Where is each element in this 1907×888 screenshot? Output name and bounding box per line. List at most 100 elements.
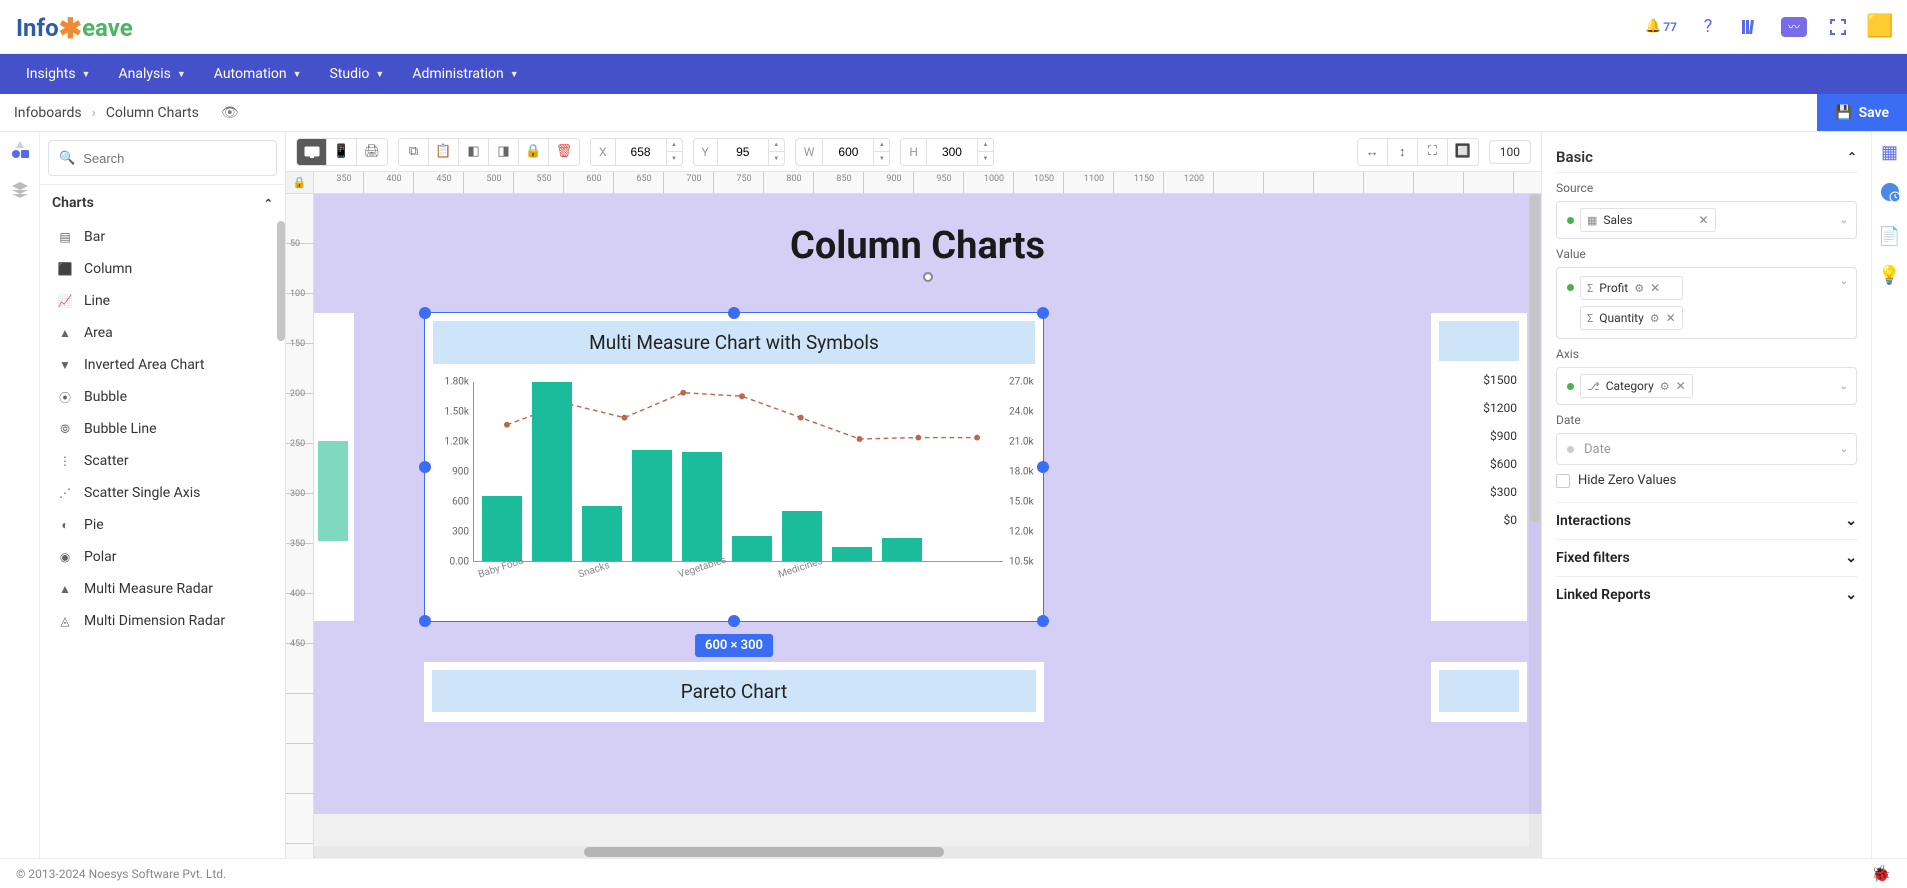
chart-type-item[interactable]: ▼Inverted Area Chart [40, 349, 285, 381]
shapes-tab[interactable] [10, 140, 30, 165]
chart-type-item[interactable]: ▲Multi Measure Radar [40, 573, 285, 605]
h-input[interactable] [927, 139, 977, 165]
widget-peek-left[interactable] [314, 313, 354, 621]
w-coord-input[interactable]: W ▲▼ [795, 138, 891, 166]
y-up[interactable]: ▲ [769, 139, 784, 153]
paste-button[interactable]: 📋 [429, 139, 459, 165]
gear-icon[interactable]: ⚙ [1650, 312, 1660, 325]
nav-studio[interactable]: Studio▼ [315, 54, 398, 94]
fit-height-button[interactable]: ↕ [1388, 139, 1418, 165]
search-input[interactable] [83, 151, 266, 166]
basic-section-header[interactable]: Basic ⌃ [1556, 142, 1857, 173]
w-down[interactable]: ▼ [874, 152, 889, 165]
chart-type-item[interactable]: ⋮Scatter [40, 445, 285, 477]
x-input[interactable] [616, 139, 666, 165]
nav-insights[interactable]: Insights▼ [12, 54, 104, 94]
h-scroll-thumb[interactable] [584, 847, 944, 857]
resize-handle-br[interactable] [1037, 615, 1049, 627]
remove-icon[interactable]: ✕ [1650, 281, 1660, 295]
delete-button[interactable]: 🗑 [549, 139, 579, 165]
dropdown-icon[interactable]: ⌄ [1840, 444, 1848, 455]
help-button[interactable]: ? [1697, 16, 1719, 38]
x-down[interactable]: ▼ [667, 152, 682, 165]
user-avatar[interactable]: 🟨 [1869, 16, 1891, 38]
canvas-background[interactable]: Column Charts Multi Measure Chart with S… [314, 194, 1541, 814]
bug-report-button[interactable]: 🐞 [1871, 864, 1891, 883]
chart-type-item[interactable]: ⦿Bubble [40, 381, 285, 413]
axis-field[interactable]: ⎇ Category ⚙ ✕ ⌄ [1556, 367, 1857, 405]
dropdown-icon[interactable]: ⌄ [1840, 215, 1848, 226]
logo[interactable]: Info✱eave [16, 10, 133, 43]
v-scroll-thumb[interactable] [1530, 194, 1540, 522]
library-button[interactable] [1739, 16, 1761, 38]
nav-analysis[interactable]: Analysis▼ [104, 54, 199, 94]
date-field[interactable]: Date ⌄ [1556, 433, 1857, 465]
horizontal-scrollbar[interactable] [314, 846, 1529, 858]
selected-chart-widget[interactable]: Multi Measure Chart with Symbols 1.80k1.… [424, 312, 1044, 622]
desktop-view-button[interactable] [297, 139, 327, 165]
fixed-filters-section[interactable]: Fixed filters⌄ [1556, 539, 1857, 576]
remove-icon[interactable]: ✕ [1676, 379, 1686, 393]
x-coord-input[interactable]: X ▲▼ [590, 138, 683, 166]
remove-icon[interactable]: ✕ [1666, 311, 1676, 325]
chart-type-item[interactable]: ⦾Bubble Line [40, 413, 285, 445]
send-backward-button[interactable]: ◨ [489, 139, 519, 165]
fit-screen-button[interactable]: ⛶ [1418, 139, 1448, 165]
preview-button[interactable]: 👁 [221, 105, 239, 121]
linked-reports-section[interactable]: Linked Reports⌄ [1556, 576, 1857, 613]
gear-icon[interactable]: ⚙ [1660, 380, 1670, 393]
chart-type-item[interactable]: ⬛Column [40, 253, 285, 285]
zoom-display[interactable]: 100 [1489, 140, 1531, 164]
chart-type-item[interactable]: ◬Multi Dimension Radar [40, 605, 285, 637]
fit-width-button[interactable]: ↔ [1358, 139, 1388, 165]
activity-button[interactable]: 〰 [1781, 17, 1807, 37]
chart-type-item[interactable]: ⋰Scatter Single Axis [40, 477, 285, 509]
fullscreen-button[interactable] [1827, 16, 1849, 38]
h-down[interactable]: ▼ [978, 152, 993, 165]
resize-handle-tr[interactable] [1037, 307, 1049, 319]
chart-type-item[interactable]: ◐Pie [40, 509, 285, 541]
resize-handle-bm[interactable] [728, 615, 740, 627]
value-chip[interactable]: ΣQuantity⚙✕ [1580, 306, 1683, 330]
widget-peek-bottom-right[interactable] [1431, 662, 1527, 722]
dropdown-icon[interactable]: ⌄ [1840, 276, 1848, 287]
checkbox-icon[interactable] [1556, 474, 1570, 488]
w-up[interactable]: ▲ [874, 139, 889, 153]
axis-chip[interactable]: ⎇ Category ⚙ ✕ [1580, 374, 1693, 398]
resize-handle-bl[interactable] [419, 615, 431, 627]
interactions-section[interactable]: Interactions⌄ [1556, 502, 1857, 539]
idea-button[interactable]: 💡 [1878, 265, 1900, 286]
widget-peek-right[interactable]: $1500$1200$900$600$300$0 [1431, 313, 1527, 621]
y-coord-input[interactable]: Y ▲▼ [693, 138, 785, 166]
mobile-view-button[interactable]: 📱 [327, 139, 357, 165]
breadcrumb-root[interactable]: Infoboards [14, 105, 82, 121]
canvas-title-text[interactable]: Column Charts [314, 224, 1521, 268]
title-resize-handle[interactable] [923, 272, 933, 282]
lock-button[interactable]: 🔒 [519, 139, 549, 165]
value-chip[interactable]: ΣProfit⚙✕ [1580, 276, 1683, 300]
charts-section-header[interactable]: Charts ⌃ [40, 184, 285, 221]
nav-automation[interactable]: Automation▼ [200, 54, 316, 94]
source-chip[interactable]: ▦ Sales ✕ [1580, 208, 1716, 232]
gear-icon[interactable]: ⚙ [1634, 282, 1644, 295]
copy-button[interactable]: ⧉ [399, 139, 429, 165]
resize-handle-tm[interactable] [728, 307, 740, 319]
source-field[interactable]: ▦ Sales ✕ ⌄ [1556, 201, 1857, 239]
dropdown-icon[interactable]: ⌄ [1840, 381, 1848, 392]
nav-administration[interactable]: Administration▼ [398, 54, 532, 94]
chart-type-item[interactable]: ◉Polar [40, 541, 285, 573]
layers-tab[interactable] [11, 181, 29, 204]
chart-type-item[interactable]: ▲Area [40, 317, 285, 349]
widget-peek-bottom[interactable]: Pareto Chart [424, 662, 1044, 722]
bring-forward-button[interactable]: ◧ [459, 139, 489, 165]
h-coord-input[interactable]: H ▲▼ [900, 138, 994, 166]
canvas-viewport[interactable]: Column Charts Multi Measure Chart with S… [314, 194, 1541, 858]
y-down[interactable]: ▼ [769, 152, 784, 165]
value-field[interactable]: ΣProfit⚙✕ΣQuantity⚙✕ ⌄ [1556, 267, 1857, 339]
resize-handle-tl[interactable] [419, 307, 431, 319]
chart-type-item[interactable]: ▤Bar [40, 221, 285, 253]
h-up[interactable]: ▲ [978, 139, 993, 153]
search-box[interactable]: 🔍 [48, 140, 277, 176]
w-input[interactable] [823, 139, 873, 165]
hide-zero-checkbox[interactable]: Hide Zero Values [1556, 473, 1857, 488]
